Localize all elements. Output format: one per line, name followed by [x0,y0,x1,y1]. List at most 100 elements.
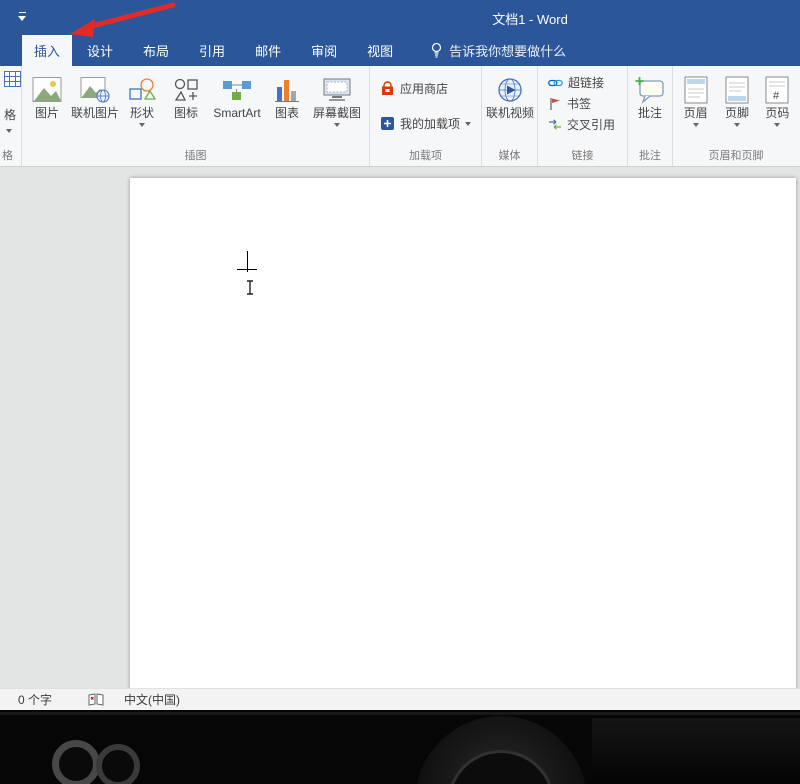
bookmark-button[interactable]: 书签 [540,93,625,114]
online-pictures-button[interactable]: 联机图片 [70,69,120,127]
addins-group-label: 加载项 [370,147,481,163]
screenshot-icon [322,73,352,106]
ibeam-cursor-icon [245,280,255,300]
car-exhaust-pipe [96,744,140,784]
status-bar: 0 个字 中文(中国) [0,688,800,710]
group-comments: 批注 批注 [628,66,673,166]
my-addins-button[interactable]: 我的加载项 [372,113,479,134]
online-video-button[interactable]: 联机视频 [484,69,536,120]
dropdown-arrow-icon [334,123,340,127]
header-icon [684,73,708,106]
group-illustrations: 图片 联机图片 [22,66,370,166]
group-links: 超链接 书签 交叉引用 链接 [538,66,628,166]
group-addins: 应用商店 我的加载项 加载项 [370,66,482,166]
hyperlink-button[interactable]: 超链接 [540,72,625,93]
button-label: 联机视频 [486,106,534,120]
shapes-button[interactable]: 形状 [120,69,164,127]
dropdown-arrow-icon [465,122,471,126]
icons-icon [173,73,199,106]
group-media: 联机视频 媒体 [482,66,538,166]
qat-overline [19,12,26,13]
smartart-button[interactable]: SmartArt [208,69,266,127]
button-label: 图表 [275,106,299,120]
button-label: 联机图片 [71,106,119,120]
dropdown-arrow-icon [6,129,12,133]
button-label: 屏幕截图 [313,106,361,120]
button-label: 应用商店 [400,80,448,97]
caret-alignment-mark [237,269,257,270]
dropdown-arrow-icon [693,123,699,127]
tell-me-box[interactable]: 告诉我你想要做什么 [420,35,576,66]
cross-reference-button[interactable]: 交叉引用 [540,114,625,135]
tab-view[interactable]: 视图 [352,35,408,66]
footer-icon [725,73,749,106]
button-label: 页脚 [725,106,749,120]
ribbon-tab-bar: 插入 设计 布局 引用 邮件 审阅 视图 告诉我你想要做什么 [0,35,800,66]
links-group-label: 链接 [538,147,627,163]
button-label: 书签 [567,95,591,112]
header-footer-buttons: 页眉 页脚 [675,69,797,127]
button-label: 图片 [35,106,59,120]
car-shadow-area [592,718,800,778]
store-button[interactable]: 应用商店 [372,78,479,99]
quick-access-toolbar-dropdown-icon[interactable] [17,12,29,22]
window-title: 文档1 - Word [492,9,568,28]
button-label: SmartArt [213,106,260,120]
word-window: 文档1 - Word 插入 设计 布局 引用 邮件 审阅 视图 告诉我你想要做什… [0,0,800,784]
media-group-label: 媒体 [482,147,537,163]
button-label: 图标 [174,106,198,120]
ribbon: 格 格 图片 [0,66,800,167]
dropdown-arrow-icon [734,123,740,127]
button-label: 页码 [765,106,789,120]
tab-design[interactable]: 设计 [72,35,128,66]
hyperlink-icon [548,77,563,89]
table-icon[interactable] [4,71,21,92]
dropdown-arrow-icon [774,123,780,127]
smartart-icon [222,73,252,106]
document-area [0,167,800,688]
illustrations-buttons: 图片 联机图片 [24,69,367,127]
language-status[interactable]: 中文(中国) [124,691,180,708]
table-button-label-partial[interactable]: 格 [4,106,16,123]
desktop-wallpaper [0,710,800,784]
footer-button[interactable]: 页脚 [716,69,757,127]
car-body-edge [0,712,800,715]
tab-insert[interactable]: 插入 [22,35,72,66]
header-button[interactable]: 页眉 [675,69,716,127]
proofing-status-icon[interactable] [88,693,104,706]
table-group-label-partial: 格 [2,147,13,163]
bookmark-flag-icon [548,97,562,111]
button-label: 批注 [638,106,662,120]
illustrations-group-label: 插图 [22,147,369,163]
button-label: 我的加载项 [400,115,460,132]
chart-button[interactable]: 图表 [266,69,308,127]
button-label: 形状 [130,106,154,120]
word-count[interactable]: 0 个字 [18,691,52,708]
cross-reference-icon [548,118,562,131]
comment-icon [635,73,665,106]
tell-me-label: 告诉我你想要做什么 [449,41,566,60]
page-number-button[interactable]: # 页码 [758,69,797,127]
online-video-icon [496,73,524,106]
tab-references[interactable]: 引用 [184,35,240,66]
button-label: 交叉引用 [567,116,615,133]
car-exhaust-pipe [52,740,100,784]
lightbulb-icon [430,42,443,59]
store-icon [380,81,395,96]
button-label: 页眉 [684,106,708,120]
tab-layout[interactable]: 布局 [128,35,184,66]
new-comment-button[interactable]: 批注 [630,69,670,120]
tab-mailings[interactable]: 邮件 [240,35,296,66]
pictures-button[interactable]: 图片 [24,69,70,127]
header-footer-group-label: 页眉和页脚 [673,147,799,163]
tab-review[interactable]: 审阅 [296,35,352,66]
my-addins-icon [380,116,395,131]
pictures-icon [32,73,62,106]
document-page[interactable] [130,178,796,738]
dropdown-arrow-icon [139,123,145,127]
comments-group-label: 批注 [628,147,672,163]
svg-text:#: # [773,90,780,102]
icons-button[interactable]: 图标 [164,69,208,127]
chart-icon [274,73,300,106]
screenshot-button[interactable]: 屏幕截图 [308,69,366,127]
